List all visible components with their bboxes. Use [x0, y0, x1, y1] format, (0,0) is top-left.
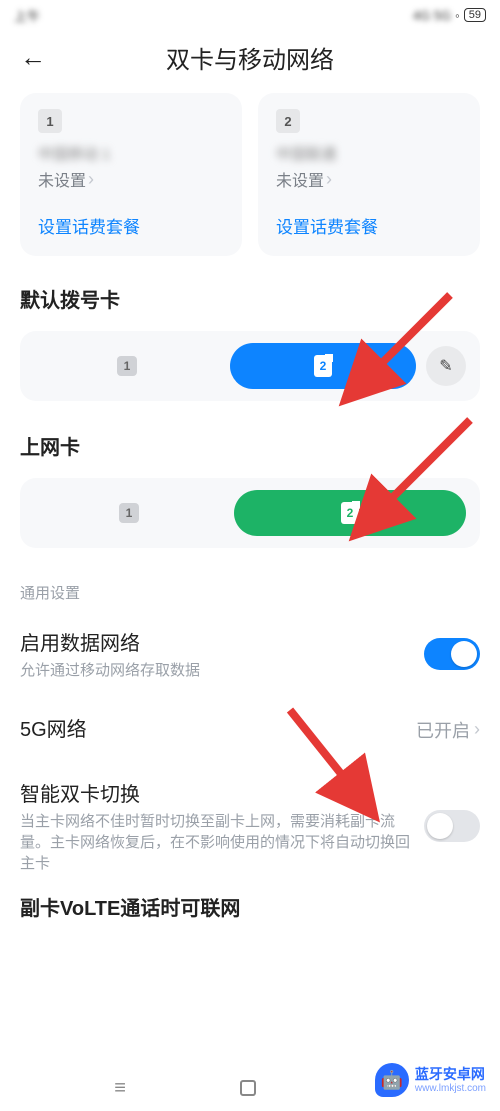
data-badge-1: 1	[119, 503, 139, 523]
smart-switch-title: 智能双卡切换	[20, 778, 424, 807]
sim-icon: 2	[314, 355, 332, 377]
battery-badge: 59	[464, 8, 486, 22]
volte-row-title: 副卡VoLTE通话时可联网	[20, 892, 480, 921]
data-sim-selector: 1 2	[20, 478, 480, 548]
enable-data-row[interactable]: 启用数据网络 允许通过移动网络存取数据	[20, 617, 480, 703]
sim-badge-2: 2	[276, 109, 300, 133]
sim-badge-1: 1	[38, 109, 62, 133]
data-sim-title: 上网卡	[20, 431, 480, 460]
watermark-name: 蓝牙安卓网	[415, 1066, 486, 1083]
wifi-icon: ◦	[455, 8, 460, 23]
status-time: 上午	[14, 6, 40, 25]
nav-menu-button[interactable]: ≡	[114, 1077, 126, 1100]
watermark-icon: 🤖	[375, 1063, 409, 1097]
sim-icon: 2	[341, 502, 359, 524]
enable-data-title: 启用数据网络	[20, 627, 424, 656]
chevron-right-icon: ›	[326, 169, 332, 190]
default-dial-selector: 1 2 ✎	[20, 331, 480, 401]
sim-plan-link-1[interactable]: 设置话费套餐	[38, 213, 224, 238]
sim-carrier-1: 中国移动 1	[38, 143, 224, 163]
sim-plan-link-2[interactable]: 设置话费套餐	[276, 213, 462, 238]
sim-carrier-2: 中国联通	[276, 143, 462, 163]
smart-switch-row[interactable]: 智能双卡切换 当主卡网络不佳时暂时切换至副卡上网，需要消耗副卡流量。主卡网络恢复…	[20, 768, 480, 888]
five-g-title: 5G网络	[20, 713, 416, 742]
smart-switch-toggle[interactable]	[424, 810, 480, 842]
watermark-url: www.lmkjst.com	[415, 1083, 486, 1094]
dial-option-1[interactable]: 1	[34, 343, 220, 389]
watermark: 🤖 蓝牙安卓网 www.lmkjst.com	[375, 1063, 486, 1097]
sim-card-1[interactable]: 1 中国移动 1 未设置 › 设置话费套餐	[20, 93, 242, 256]
dial-option-2[interactable]: 2	[230, 343, 416, 389]
back-button[interactable]: ←	[20, 42, 60, 73]
pencil-icon: ✎	[439, 356, 452, 376]
sim-status-2: 未设置 ›	[276, 167, 462, 191]
page-title: 双卡与移动网络	[60, 40, 440, 75]
page-header: ← 双卡与移动网络	[0, 30, 500, 93]
status-signals: 4G 5G	[413, 8, 451, 23]
dial-badge-1: 1	[117, 356, 137, 376]
smart-switch-sub: 当主卡网络不佳时暂时切换至副卡上网，需要消耗副卡流量。主卡网络恢复后，在不影响使…	[20, 811, 424, 874]
five-g-row[interactable]: 5G网络 已开启 ›	[20, 703, 480, 768]
sim-status-1: 未设置 ›	[38, 167, 224, 191]
five-g-value: 已开启	[416, 717, 470, 743]
enable-data-toggle[interactable]	[424, 638, 480, 670]
sim-card-2[interactable]: 2 中国联通 未设置 › 设置话费套餐	[258, 93, 480, 256]
data-option-1[interactable]: 1	[34, 490, 224, 536]
chevron-right-icon: ›	[474, 719, 480, 740]
general-subhead: 通用设置	[20, 582, 480, 603]
data-option-2[interactable]: 2	[234, 490, 466, 536]
dial-edit-button[interactable]: ✎	[426, 346, 466, 386]
sim-cards-row: 1 中国移动 1 未设置 › 设置话费套餐 2 中国联通 未设置 › 设置话费套…	[20, 93, 480, 256]
status-bar: 上午 4G 5G ◦ 59	[0, 0, 500, 30]
chevron-right-icon: ›	[88, 169, 94, 190]
enable-data-sub: 允许通过移动网络存取数据	[20, 660, 424, 681]
default-dial-title: 默认拨号卡	[20, 284, 480, 313]
nav-home-button[interactable]	[240, 1080, 256, 1096]
